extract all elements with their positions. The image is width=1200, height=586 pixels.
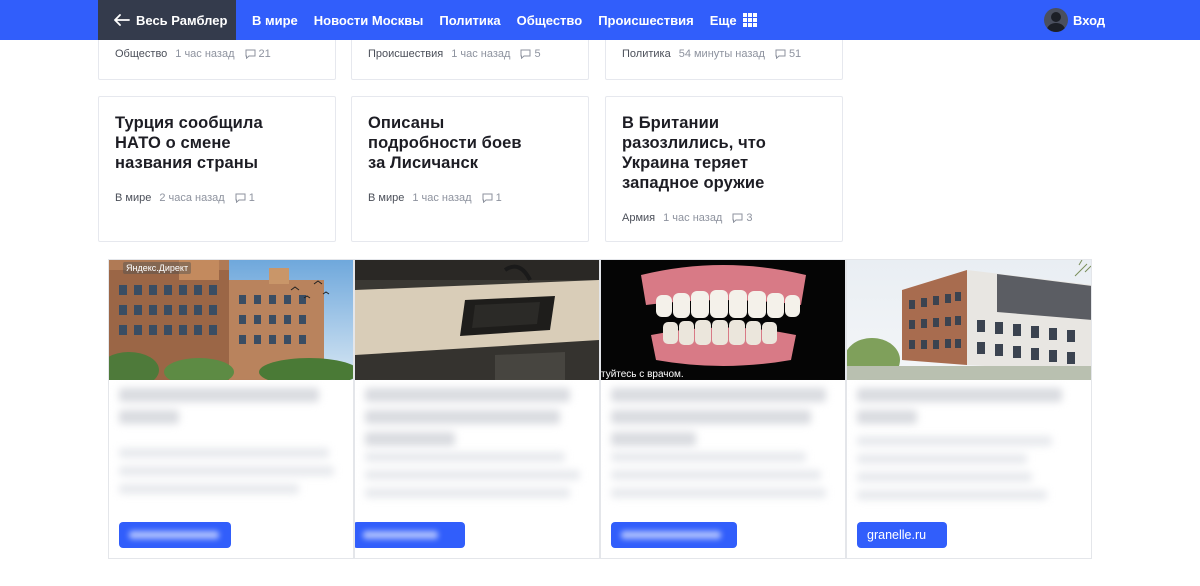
ad-text bbox=[119, 448, 344, 508]
card-time: 1 час назад bbox=[451, 48, 511, 60]
ad-card[interactable]: туйтесь с врачом. bbox=[600, 259, 846, 559]
card-time: 2 часа назад bbox=[159, 192, 225, 204]
card-meta: В мире 2 часа назад 1 bbox=[115, 192, 255, 204]
news-card[interactable]: Турция сообщила НАТО о смене названия ст… bbox=[98, 96, 336, 242]
login-button[interactable]: Вход bbox=[1044, 8, 1105, 32]
card-time: 1 час назад bbox=[663, 212, 723, 224]
comment-icon bbox=[235, 193, 246, 203]
grid-menu-icon bbox=[742, 13, 757, 27]
card-title[interactable]: В Британии разозлились, что Украина теря… bbox=[622, 113, 822, 193]
nav-item-incidents[interactable]: Происшествия bbox=[598, 13, 694, 28]
avatar bbox=[1044, 8, 1068, 32]
ad-image[interactable]: туйтесь с врачом. bbox=[601, 260, 845, 380]
ad-image[interactable]: Яндекс.Директ bbox=[109, 260, 353, 380]
ad-text bbox=[611, 452, 836, 512]
card-title[interactable]: Описаны подробности боев за Лисичанск bbox=[368, 113, 538, 173]
comment-icon bbox=[520, 49, 531, 59]
card-comments-count: 1 bbox=[495, 192, 502, 204]
all-rambler-button[interactable]: Весь Рамблер bbox=[98, 0, 236, 40]
ad-domain-button[interactable]: granelle.ru bbox=[857, 522, 947, 548]
ad-domain-label: granelle.ru bbox=[867, 528, 927, 542]
comment-icon bbox=[245, 49, 256, 59]
card-title[interactable]: Турция сообщила НАТО о смене названия ст… bbox=[115, 113, 295, 173]
card-comments-count: 1 bbox=[248, 192, 255, 204]
nav-item-society[interactable]: Общество bbox=[517, 13, 583, 28]
card-time: 1 час назад bbox=[175, 48, 235, 60]
news-card[interactable]: В Британии разозлились, что Украина теря… bbox=[605, 96, 843, 242]
ad-title[interactable] bbox=[119, 388, 344, 436]
nav-more-label: Еще bbox=[709, 12, 737, 28]
comment-icon bbox=[732, 213, 743, 223]
nav-item-politics[interactable]: Политика bbox=[439, 13, 500, 28]
ad-card[interactable]: granelle.ru bbox=[846, 259, 1092, 559]
ad-text bbox=[857, 436, 1082, 500]
ad-title[interactable] bbox=[611, 388, 836, 446]
ad-title[interactable] bbox=[857, 388, 1082, 436]
ad-domain-button[interactable] bbox=[611, 522, 737, 548]
main-nav: В мире Новости Москвы Политика Общество … bbox=[252, 0, 757, 40]
ad-source-label: Яндекс.Директ bbox=[123, 262, 192, 274]
card-comments-count: 5 bbox=[534, 48, 541, 60]
card-category[interactable]: В мире bbox=[368, 192, 404, 204]
card-meta: В мире 1 час назад 1 bbox=[368, 192, 502, 204]
card-comments-count: 51 bbox=[788, 48, 802, 60]
ad-card[interactable]: Яндекс.Директ bbox=[108, 259, 354, 559]
comment-icon bbox=[775, 49, 786, 59]
ad-title[interactable] bbox=[365, 388, 590, 446]
card-category[interactable]: Общество bbox=[115, 48, 167, 60]
news-card[interactable]: Описаны подробности боев за Лисичанск В … bbox=[351, 96, 589, 242]
ad-image[interactable] bbox=[847, 260, 1091, 380]
ad-text bbox=[365, 452, 590, 512]
all-rambler-label: Весь Рамблер bbox=[136, 12, 228, 28]
nav-item-moscow[interactable]: Новости Москвы bbox=[314, 13, 424, 28]
arrow-left-icon bbox=[114, 14, 130, 26]
card-time: 54 минуты назад bbox=[678, 48, 765, 60]
ads-block: Яндекс.Директ туйтесь с врачом. granelle… bbox=[108, 259, 1092, 559]
ad-image-caption: туйтесь с врачом. bbox=[601, 369, 684, 380]
card-category[interactable]: Политика bbox=[622, 48, 671, 60]
card-meta: Политика 54 минуты назад 51 bbox=[622, 48, 801, 60]
comment-icon bbox=[482, 193, 493, 203]
top-navigation-bar: Весь Рамблер В мире Новости Москвы Полит… bbox=[0, 0, 1200, 40]
card-meta: Происшествия 1 час назад 5 bbox=[368, 48, 541, 60]
card-category[interactable]: Армия bbox=[622, 212, 655, 224]
nav-item-world[interactable]: В мире bbox=[252, 13, 298, 28]
nav-more-button[interactable]: Еще bbox=[710, 13, 757, 28]
card-comments-count: 21 bbox=[258, 48, 271, 60]
ad-domain-button[interactable] bbox=[119, 522, 231, 548]
login-label: Вход bbox=[1073, 12, 1106, 28]
card-category[interactable]: Происшествия bbox=[368, 48, 443, 60]
card-category[interactable]: В мире bbox=[115, 192, 151, 204]
ad-domain-button[interactable] bbox=[355, 522, 465, 548]
card-meta: Общество 1 час назад 21 bbox=[115, 48, 271, 60]
card-meta: Армия 1 час назад 3 bbox=[622, 212, 752, 224]
ad-card[interactable] bbox=[354, 259, 600, 559]
ad-image[interactable] bbox=[355, 260, 599, 380]
card-time: 1 час назад bbox=[412, 192, 472, 204]
card-comments-count: 3 bbox=[746, 212, 753, 224]
